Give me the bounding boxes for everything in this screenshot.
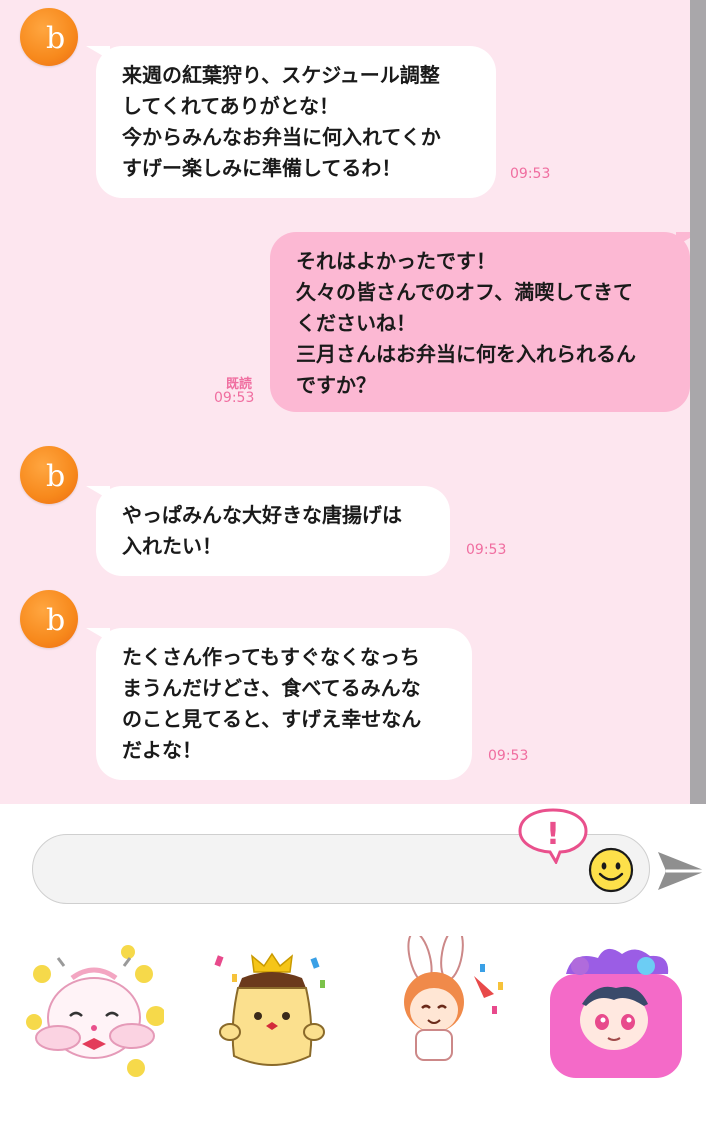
pudding-king-sticker[interactable] — [202, 944, 342, 1084]
message-bubble-received[interactable]: 来週の紅葉狩り、スケジュール調整 してくれてありがとな！ 今からみんなお弁当に何… — [86, 46, 496, 198]
scrollbar-track[interactable] — [706, 0, 720, 804]
message-timestamp: 09:53 — [488, 748, 529, 764]
smiley-icon[interactable] — [588, 847, 634, 893]
exclamation-bubble-icon[interactable]: ! — [516, 804, 590, 864]
avatar[interactable]: b — [20, 590, 78, 648]
send-arrow-icon[interactable] — [656, 848, 708, 894]
svg-text:b: b — [46, 459, 65, 494]
message-input[interactable] — [57, 853, 581, 887]
message-bubble-sent[interactable]: それはよかったです！ 久々の皆さんでのオフ、満喫してきて くださいね！ 三月さん… — [270, 232, 690, 412]
message-timestamp: 09:53 — [466, 542, 507, 558]
avatar-logo-icon: b — [46, 603, 65, 638]
avatar[interactable]: b — [20, 446, 78, 504]
svg-text:!: ! — [546, 817, 560, 852]
chat-area: b 来週の紅葉狩り、スケジュール調整 してくれてありがとな！ 今からみんなお弁当… — [0, 0, 690, 804]
message-timestamp: 09:53 — [214, 390, 255, 406]
scrollbar-thumb[interactable] — [690, 0, 706, 804]
message-bubble-received[interactable]: やっぱみんな大好きな唐揚げは 入れたい！ — [86, 486, 450, 576]
svg-text:b: b — [46, 21, 65, 56]
avatar-logo-icon: b — [46, 459, 65, 494]
message-timestamp: 09:53 — [510, 166, 551, 182]
avatar-logo-icon: b — [46, 21, 65, 56]
bunny-boy-sticker[interactable] — [376, 936, 516, 1076]
pink-blanket-boy-sticker[interactable] — [546, 944, 686, 1084]
avatar[interactable]: b — [20, 8, 78, 66]
message-bubble-received[interactable]: たくさん作ってもすぐなくなっち まうんだけどさ、食べてるみんな のこと見てると、… — [86, 628, 472, 780]
bunny-sticker[interactable] — [24, 944, 164, 1084]
svg-text:b: b — [46, 603, 65, 638]
